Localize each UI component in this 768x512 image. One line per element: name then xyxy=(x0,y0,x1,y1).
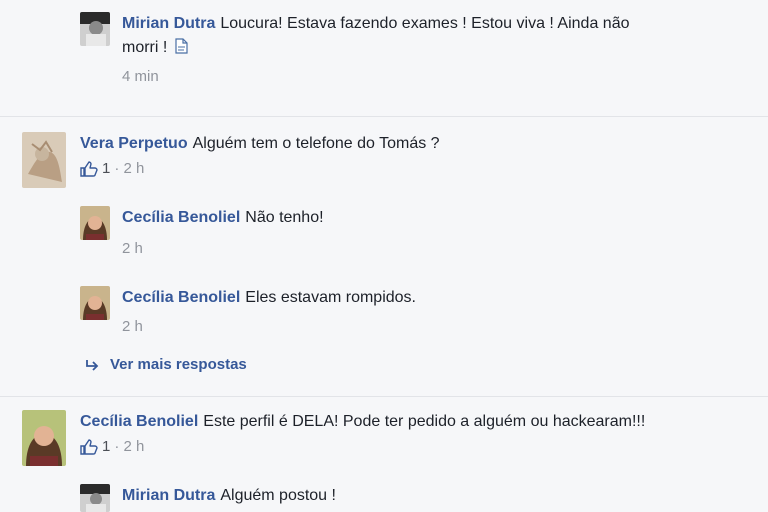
comment-text: Alguém tem o telefone do Tomás ? xyxy=(192,135,440,152)
comment-timestamp[interactable]: 4 min xyxy=(122,68,159,85)
avatar[interactable] xyxy=(80,286,110,320)
comment-author[interactable]: Mirian Dutra xyxy=(122,487,215,504)
comment-text: Não tenho! xyxy=(245,209,324,226)
reply-comment: Mirian Dutra Alguém postou ! xyxy=(80,484,760,512)
comment-author[interactable]: Cecília Benoliel xyxy=(122,209,240,226)
divider xyxy=(0,116,768,117)
reply-arrow-icon xyxy=(84,358,100,372)
comment-author[interactable]: Vera Perpetuo xyxy=(80,135,188,152)
thumbs-up-icon[interactable] xyxy=(80,160,98,177)
comment-text: Este perfil é DELA! Pode ter pedido a al… xyxy=(203,413,646,430)
comment-author[interactable]: Mirian Dutra xyxy=(122,15,215,32)
divider xyxy=(0,396,768,397)
comment: Cecília Benoliel Este perfil é DELA! Pode… xyxy=(22,410,762,474)
comment-text: Loucura! Estava fazendo exames ! Estou v… xyxy=(220,15,630,32)
avatar[interactable] xyxy=(22,410,66,466)
comment-text: Alguém postou ! xyxy=(220,487,336,504)
avatar[interactable] xyxy=(22,132,66,188)
thumbs-up-icon[interactable] xyxy=(80,438,98,455)
comment-timestamp[interactable]: 2 h xyxy=(122,318,143,335)
reply-comment: Cecília Benoliel Não tenho! 2 h xyxy=(80,206,760,270)
document-emoji-icon xyxy=(172,37,190,55)
comment-timestamp[interactable]: 2 h xyxy=(122,240,143,257)
comment-author[interactable]: Cecília Benoliel xyxy=(122,289,240,306)
comment-timestamp[interactable]: · 2 h xyxy=(114,160,144,177)
view-more-replies[interactable]: Ver mais respostas xyxy=(84,356,484,380)
avatar[interactable] xyxy=(80,484,110,512)
reply-comment: Cecília Benoliel Eles estavam rompidos. 2… xyxy=(80,286,760,350)
like-count[interactable]: 1 xyxy=(102,438,110,455)
reply-comment: Mirian Dutra Loucura! Estava fazendo exam… xyxy=(80,12,760,102)
comment-author[interactable]: Cecília Benoliel xyxy=(80,413,198,430)
comment: Vera Perpetuo Alguém tem o telefone do To… xyxy=(22,132,762,196)
comment-thread: Mirian Dutra Loucura! Estava fazendo exam… xyxy=(0,0,768,512)
comment-timestamp[interactable]: · 2 h xyxy=(114,438,144,455)
view-more-replies-link[interactable]: Ver mais respostas xyxy=(110,356,247,373)
avatar[interactable] xyxy=(80,206,110,240)
avatar[interactable] xyxy=(80,12,110,46)
comment-text: Eles estavam rompidos. xyxy=(245,289,416,306)
comment-text-continued: morri ! xyxy=(122,39,168,56)
like-count[interactable]: 1 xyxy=(102,160,110,177)
